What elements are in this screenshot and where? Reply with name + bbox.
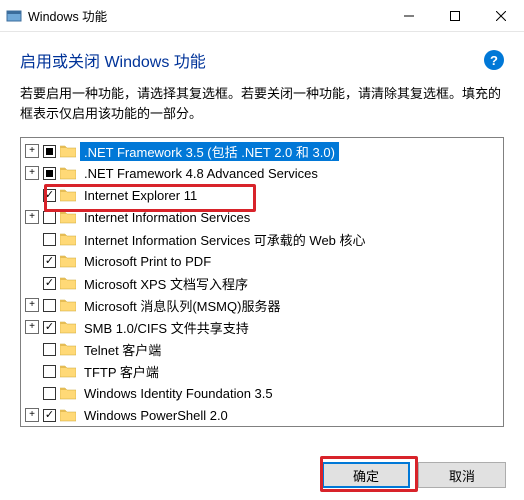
checkbox[interactable] — [43, 387, 56, 400]
folder-icon — [60, 408, 76, 422]
tree-label: Telnet 客户端 — [80, 340, 165, 359]
expand-icon[interactable]: + — [25, 408, 39, 422]
titlebar: Windows 功能 — [0, 0, 524, 32]
folder-icon — [60, 210, 76, 224]
content-area: 启用或关闭 Windows 功能 ? 若要启用一种功能，请选择其复选框。若要关闭… — [0, 32, 524, 500]
app-icon — [6, 8, 22, 24]
tree-row[interactable]: + .NET Framework 3.5 (包括 .NET 2.0 和 3.0) — [21, 140, 503, 162]
folder-icon — [60, 276, 76, 290]
help-icon[interactable]: ? — [484, 50, 504, 70]
folder-icon — [60, 342, 76, 356]
tree-label: Internet Information Services — [80, 210, 254, 225]
folder-icon — [60, 144, 76, 158]
checkbox[interactable] — [43, 365, 56, 378]
tree-label: .NET Framework 3.5 (包括 .NET 2.0 和 3.0) — [80, 142, 339, 161]
tree-row[interactable]: + SMB 1.0/CIFS 文件共享支持 — [21, 316, 503, 338]
cancel-button[interactable]: 取消 — [418, 462, 506, 488]
close-button[interactable] — [478, 0, 524, 32]
expand-icon[interactable]: + — [25, 298, 39, 312]
tree-label: Microsoft Print to PDF — [80, 254, 215, 269]
folder-icon — [60, 298, 76, 312]
tree-row[interactable]: +Windows Process Activation Service — [21, 426, 503, 427]
tree-row[interactable]: +TFTP 客户端 — [21, 360, 503, 382]
checkbox[interactable] — [43, 409, 56, 422]
expand-icon[interactable]: + — [25, 166, 39, 180]
ok-button[interactable]: 确定 — [322, 462, 410, 488]
tree-row[interactable]: +Internet Explorer 11 — [21, 184, 503, 206]
tree-row[interactable]: +Microsoft XPS 文档写入程序 — [21, 272, 503, 294]
tree-row[interactable]: +Internet Information Services 可承载的 Web … — [21, 228, 503, 250]
tree-row[interactable]: +Windows Identity Foundation 3.5 — [21, 382, 503, 404]
folder-icon — [60, 254, 76, 268]
tree-label: Microsoft 消息队列(MSMQ)服务器 — [80, 296, 284, 315]
tree-label: Windows Identity Foundation 3.5 — [80, 386, 277, 401]
window-title: Windows 功能 — [28, 6, 107, 25]
checkbox[interactable] — [43, 299, 56, 312]
checkbox[interactable] — [43, 255, 56, 268]
tree-label: Windows PowerShell 2.0 — [80, 408, 232, 423]
maximize-button[interactable] — [432, 0, 478, 32]
checkbox[interactable] — [43, 189, 56, 202]
features-tree[interactable]: +.NET Framework 3.5 (包括 .NET 2.0 和 3.0)+… — [20, 137, 504, 427]
folder-icon — [60, 320, 76, 334]
tree-row[interactable]: +Telnet 客户端 — [21, 338, 503, 360]
page-heading: 启用或关闭 Windows 功能 — [20, 48, 484, 72]
tree-label: Internet Information Services 可承载的 Web 核… — [80, 230, 370, 249]
tree-row[interactable]: + Internet Information Services — [21, 206, 503, 228]
tree-label: Internet Explorer 11 — [80, 188, 201, 203]
minimize-button[interactable] — [386, 0, 432, 32]
tree-label: SMB 1.0/CIFS 文件共享支持 — [80, 318, 253, 337]
tree-label: TFTP 客户端 — [80, 362, 163, 381]
checkbox[interactable] — [43, 145, 56, 158]
tree-label: .NET Framework 4.8 Advanced Services — [80, 166, 322, 181]
tree-row[interactable]: + Windows PowerShell 2.0 — [21, 404, 503, 426]
tree-row[interactable]: + Microsoft 消息队列(MSMQ)服务器 — [21, 294, 503, 316]
folder-icon — [60, 364, 76, 378]
checkbox[interactable] — [43, 211, 56, 224]
folder-icon — [60, 166, 76, 180]
page-subtitle: 若要启用一种功能，请选择其复选框。若要关闭一种功能，请清除其复选框。填充的框表示… — [20, 84, 504, 123]
checkbox[interactable] — [43, 277, 56, 290]
folder-icon — [60, 188, 76, 202]
folder-icon — [60, 232, 76, 246]
tree-row[interactable]: +Microsoft Print to PDF — [21, 250, 503, 272]
checkbox[interactable] — [43, 167, 56, 180]
expand-icon[interactable]: + — [25, 144, 39, 158]
tree-label: Microsoft XPS 文档写入程序 — [80, 274, 252, 293]
checkbox[interactable] — [43, 343, 56, 356]
tree-row[interactable]: + .NET Framework 4.8 Advanced Services — [21, 162, 503, 184]
expand-icon[interactable]: + — [25, 320, 39, 334]
checkbox[interactable] — [43, 233, 56, 246]
folder-icon — [60, 386, 76, 400]
checkbox[interactable] — [43, 321, 56, 334]
expand-icon[interactable]: + — [25, 210, 39, 224]
